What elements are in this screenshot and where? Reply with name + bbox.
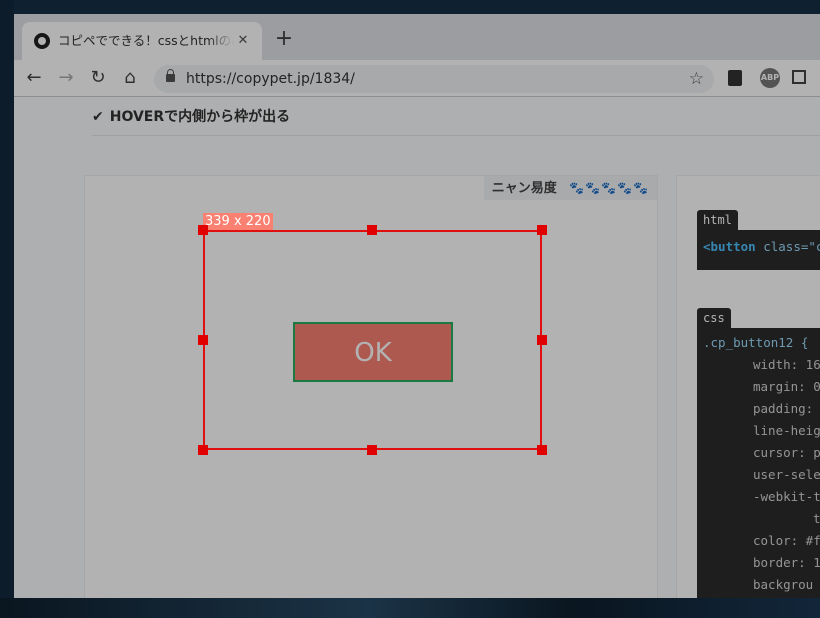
difficulty-label: ニャン易度 (491, 181, 557, 196)
html-code-tab[interactable]: html (697, 210, 738, 230)
css-declaration-line: border: 1 (753, 555, 820, 570)
css-selector: .cp_button12 { (703, 335, 809, 350)
screen-capture-icon[interactable] (792, 70, 806, 84)
css-declaration-line: line-heig (753, 423, 820, 438)
resize-handle-bottom-left[interactable] (198, 445, 208, 455)
close-tab-icon[interactable]: ✕ (234, 32, 252, 50)
css-declarations: width: 16 margin: 0 padding: line-heig curso… (703, 354, 820, 598)
css-declaration-line: color: #f (753, 533, 820, 548)
css-declaration-line: padding: (753, 401, 814, 416)
browser-tab[interactable]: コピペでできる！cssとhtmlのみで作るボタン ✕ (22, 22, 262, 60)
resize-handle-bottom-right[interactable] (537, 445, 547, 455)
paw-icon: 🐾 (601, 181, 618, 195)
new-tab-button[interactable]: + (272, 28, 296, 52)
paw-icon: 🐾 (617, 181, 634, 195)
checkmark-icon: ✔ (92, 109, 104, 125)
css-code-block: .cp_button12 { width: 16 margin: 0 padding:… (697, 328, 820, 598)
address-bar[interactable]: https://copypet.jp/1834/ ☆ (154, 65, 714, 93)
home-icon[interactable]: ⌂ (118, 66, 142, 90)
desktop-background-bottom (0, 598, 820, 618)
heading-divider (92, 135, 820, 136)
difficulty-rating: 🐾🐾🐾🐾🐾 (569, 176, 649, 200)
paw-icon: 🐾 (569, 181, 586, 195)
bookmark-manager-icon[interactable] (728, 70, 742, 86)
html-attr-token: class="cp (763, 239, 820, 254)
html-tag-token: <button (703, 239, 756, 254)
css-declaration-line: backgrou (753, 577, 814, 592)
forward-arrow-icon[interactable]: → (54, 66, 78, 90)
resize-handle-bottom[interactable] (367, 445, 377, 455)
adblock-icon[interactable]: ABP (760, 68, 780, 88)
resize-handle-top-right[interactable] (537, 225, 547, 235)
code-panel: html <button class="cp css .cp_button12 … (676, 175, 820, 598)
css-declaration-line: margin: 0 (753, 379, 820, 394)
reload-icon[interactable]: ↻ (86, 66, 110, 90)
paw-icon: 🐾 (633, 181, 649, 195)
browser-toolbar: ← → ↻ ⌂ https://copypet.jp/1834/ ☆ ABP (14, 60, 820, 97)
back-arrow-icon[interactable]: ← (22, 66, 46, 90)
css-declaration-line: t (813, 511, 820, 526)
desktop-background-left (0, 0, 14, 618)
browser-window: コピペでできる！cssとhtmlのみで作るボタン ✕ + ← → ↻ ⌂ htt… (14, 14, 820, 598)
bookmark-star-icon[interactable]: ☆ (689, 68, 704, 90)
css-declaration-line: box-shado (703, 596, 820, 598)
tab-strip: コピペでできる！cssとhtmlのみで作るボタン ✕ + (14, 14, 820, 60)
tab-title: コピペでできる！cssとhtmlのみで作るボタン (58, 33, 234, 48)
url-text: https://copypet.jp/1834/ (186, 71, 355, 87)
difficulty-badge: ニャン易度 🐾🐾🐾🐾🐾 (483, 176, 657, 200)
section-heading-text: HOVERで内側から枠が出る (109, 109, 291, 125)
resize-handle-top-left[interactable] (198, 225, 208, 235)
desktop-background-top (0, 0, 820, 14)
css-code-tab[interactable]: css (697, 308, 731, 328)
capture-size-label: 339 x 220 (203, 213, 273, 230)
resize-handle-right[interactable] (537, 335, 547, 345)
capture-selection-box[interactable] (203, 230, 542, 450)
resize-handle-left[interactable] (198, 335, 208, 345)
css-declaration-line: width: 16 (753, 357, 820, 372)
css-declaration-line: cursor: p (753, 445, 820, 460)
css-declaration-line: -webkit-t (753, 489, 820, 504)
site-favicon-icon (34, 33, 50, 49)
section-heading: ✔ HOVERで内側から枠が出る (92, 107, 290, 127)
css-declaration-line: user-sele (753, 467, 820, 482)
paw-icon: 🐾 (585, 181, 602, 195)
resize-handle-top[interactable] (367, 225, 377, 235)
html-code-block: <button class="cp (697, 230, 820, 270)
lock-icon (166, 69, 175, 82)
